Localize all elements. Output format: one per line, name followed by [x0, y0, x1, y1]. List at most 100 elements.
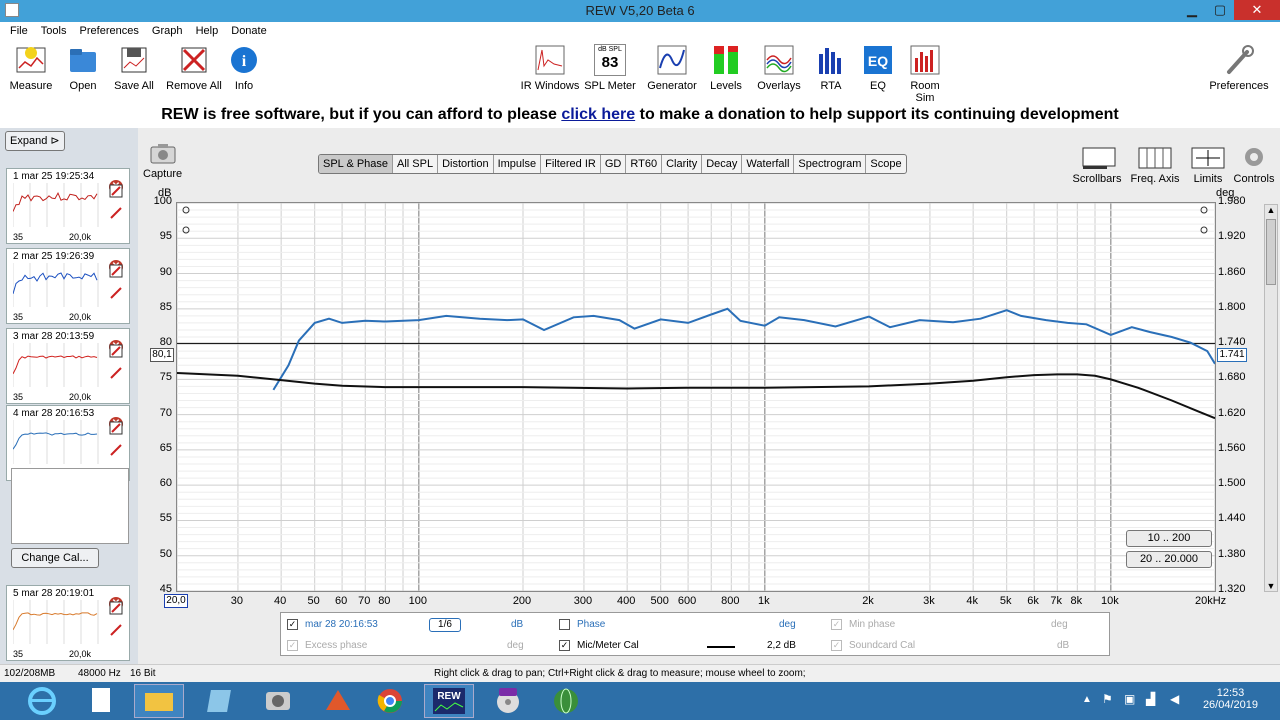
globe-icon[interactable]	[546, 684, 586, 718]
menu-donate[interactable]: Donate	[231, 22, 266, 37]
spl-chart[interactable]	[176, 202, 1216, 592]
marker-icon[interactable]	[109, 206, 123, 220]
thumb-trace	[13, 272, 98, 295]
phase-checkbox[interactable]	[559, 619, 570, 630]
range-10-200-button[interactable]: 10 .. 200	[1126, 530, 1212, 547]
info-button[interactable]: i Info	[228, 44, 260, 92]
marker-icon[interactable]	[109, 623, 123, 637]
limits-label: Limits	[1193, 173, 1223, 185]
limits-button[interactable]: Limits	[1188, 144, 1228, 185]
min-phase-checkbox[interactable]: ✓	[831, 619, 842, 630]
menu-file[interactable]: File	[10, 22, 28, 37]
tab-impulse[interactable]: Impulse	[494, 155, 542, 173]
y2-tick-label: 1.560	[1218, 441, 1246, 454]
scroll-up-icon[interactable]: ▲	[1265, 205, 1277, 215]
measurement-number: 4	[13, 408, 19, 419]
vertical-scrollbar[interactable]: ▲ ▼	[1264, 204, 1278, 592]
spl-meter-button[interactable]: dB SPL 83 SPL Meter	[584, 44, 636, 92]
generator-button[interactable]: Generator	[646, 44, 698, 92]
scrollbar-thumb[interactable]	[1266, 219, 1276, 285]
limits-icon	[1188, 144, 1228, 173]
tab-filtered-ir[interactable]: Filtered IR	[541, 155, 601, 173]
tray-network-icon[interactable]: ▟	[1146, 692, 1155, 706]
tray-chevron-icon[interactable]: ▲	[1082, 694, 1092, 705]
smoothing-button[interactable]: 1/6	[429, 618, 461, 632]
freq-axis-button[interactable]: Freq. Axis	[1130, 144, 1180, 185]
marker-icon[interactable]	[109, 366, 123, 380]
capture-button[interactable]: Capture	[143, 142, 182, 180]
y-tick-label: 100	[153, 195, 172, 207]
eq-button[interactable]: EQ EQ	[862, 44, 894, 92]
edit-measurement-icon[interactable]	[109, 601, 123, 615]
measurement-notes[interactable]	[11, 468, 129, 544]
menu-help[interactable]: Help	[196, 22, 219, 37]
tab-spl-phase[interactable]: SPL & Phase	[319, 155, 394, 173]
excess-phase-checkbox[interactable]: ✓	[287, 640, 298, 651]
ir-windows-button[interactable]: IR Windows	[520, 44, 580, 92]
tab-clarity[interactable]: Clarity	[662, 155, 703, 173]
edit-measurement-icon[interactable]	[109, 344, 123, 358]
edit-measurement-icon[interactable]	[109, 184, 123, 198]
edit-measurement-icon[interactable]	[109, 421, 123, 435]
camera-app-icon[interactable]	[258, 684, 298, 718]
menu-preferences[interactable]: Preferences	[80, 22, 139, 37]
mic-cal-checkbox[interactable]: ✓	[559, 640, 570, 651]
save-all-button[interactable]: Save All	[112, 44, 156, 92]
remove-all-button[interactable]: Remove All	[166, 44, 222, 92]
chrome-icon[interactable]	[370, 684, 410, 718]
controls-button[interactable]: Controls	[1232, 144, 1276, 185]
levels-button[interactable]: Levels	[706, 44, 746, 92]
legend-min-phase-unit: deg	[1051, 619, 1068, 630]
file-explorer-icon[interactable]	[134, 684, 184, 718]
thumb-x-max: 20,0k	[69, 392, 92, 402]
minimize-button[interactable]: ▁	[1178, 0, 1206, 20]
edit-measurement-icon[interactable]	[109, 264, 123, 278]
y2-tick-label: 1.680	[1218, 371, 1246, 384]
scrollbars-button[interactable]: Scrollbars	[1072, 144, 1122, 185]
app-icon-5[interactable]	[318, 684, 358, 718]
meas-checkbox[interactable]: ✓	[287, 619, 298, 630]
room-sim-icon	[909, 44, 941, 76]
cursor-left-value: 80,1	[150, 348, 174, 362]
ir-windows-icon	[534, 44, 566, 76]
tab-distortion[interactable]: Distortion	[438, 155, 494, 173]
marker-icon[interactable]	[109, 286, 123, 300]
marker-icon[interactable]	[109, 443, 123, 457]
ie-icon[interactable]	[22, 684, 62, 718]
restore-button[interactable]: ▢	[1206, 0, 1234, 20]
close-button[interactable]: ✕	[1234, 0, 1280, 20]
x-start-value[interactable]: 20,0	[164, 594, 188, 608]
overlays-button[interactable]: Overlays	[756, 44, 802, 92]
app-icon-3[interactable]	[202, 684, 242, 718]
soundcard-cal-checkbox[interactable]: ✓	[831, 640, 842, 651]
legend-mic-cal-value: 2,2 dB	[767, 640, 796, 651]
tab-gd[interactable]: GD	[601, 155, 627, 173]
menu-graph[interactable]: Graph	[152, 22, 183, 37]
tray-flag-icon[interactable]: ⚑	[1102, 692, 1113, 706]
document-icon[interactable]	[82, 684, 122, 718]
rew-taskbar-icon[interactable]: REW	[424, 684, 474, 718]
tray-volume-icon[interactable]: ◀	[1170, 692, 1179, 706]
measure-button[interactable]: Measure	[8, 44, 54, 92]
tray-app-icon[interactable]: ▣	[1124, 692, 1135, 706]
tab-waterfall[interactable]: Waterfall	[742, 155, 795, 173]
tab-decay[interactable]: Decay	[702, 155, 743, 173]
menu-tools[interactable]: Tools	[41, 22, 67, 37]
room-sim-button[interactable]: Room Sim	[900, 44, 950, 104]
tab-spectrogram[interactable]: Spectrogram	[794, 155, 867, 173]
open-button[interactable]: Open	[62, 44, 104, 92]
taskbar-clock[interactable]: 12:53 26/04/2019	[1203, 687, 1258, 711]
tab-scope[interactable]: Scope	[866, 155, 905, 173]
preferences-button[interactable]: Preferences	[1208, 44, 1270, 92]
donate-link[interactable]: click here	[561, 106, 635, 123]
rta-button[interactable]: RTA	[814, 44, 848, 92]
tab-all-spl[interactable]: All SPL	[393, 155, 439, 173]
x-tick-label: 400	[616, 595, 636, 607]
tab-rt60[interactable]: RT60	[626, 155, 663, 173]
scroll-down-icon[interactable]: ▼	[1265, 581, 1277, 591]
expand-button[interactable]: Expand ⊳	[5, 131, 65, 151]
y-tick-label: 75	[159, 371, 172, 384]
range-20-20000-button[interactable]: 20 .. 20.000	[1126, 551, 1212, 568]
change-cal-button[interactable]: Change Cal...	[11, 548, 99, 568]
cue-icon[interactable]	[488, 684, 528, 718]
